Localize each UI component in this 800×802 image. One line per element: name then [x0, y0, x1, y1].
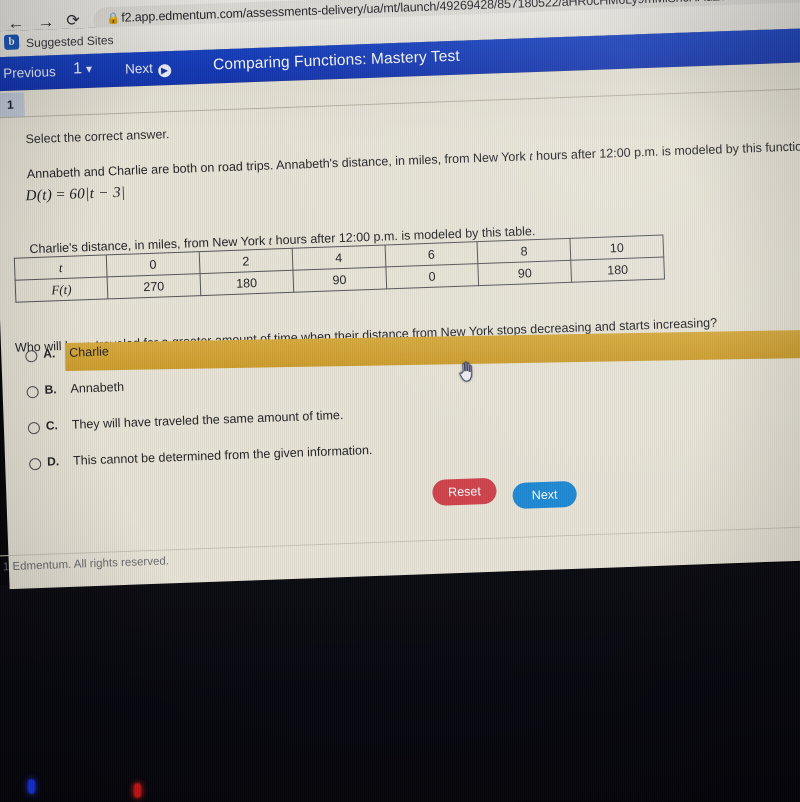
chevron-down-icon: ▾: [85, 61, 93, 77]
question-tab-badge[interactable]: 1: [0, 92, 25, 119]
bing-bookmark-icon[interactable]: b: [3, 34, 20, 50]
screen-content: + ← → ⟳ 🔒 f2.app.edmentum.com/assessment…: [0, 0, 800, 624]
question-selector[interactable]: 1 ▾: [73, 60, 93, 79]
table-cell-ft-0: 270: [106, 273, 201, 299]
choice-a-text: Charlie: [69, 344, 110, 360]
choice-b-text: Annabeth: [70, 379, 125, 396]
radio-button-d[interactable]: [29, 457, 42, 471]
choice-d-letter: D.: [46, 454, 60, 469]
answer-choices: A. Charlie B. Annabeth C. They will have…: [25, 316, 800, 489]
pointing-hand-cursor: [459, 361, 473, 382]
table-cell-ft-4: 90: [478, 260, 572, 286]
choice-a-letter: A.: [43, 346, 56, 361]
question-number-value: 1: [72, 60, 83, 78]
formula-lhs: D(t): [25, 187, 53, 205]
formula-rhs: 60|t − 3|: [69, 184, 126, 203]
table-cell-ft-2: 90: [292, 266, 387, 293]
previous-button[interactable]: ◀Previous: [0, 64, 56, 84]
power-led-red: [134, 783, 141, 798]
choice-b-letter: B.: [44, 382, 57, 397]
table-cell-ft-3: 0: [385, 263, 479, 289]
next-nav-label: Next: [124, 60, 154, 77]
next-button[interactable]: Next: [512, 480, 578, 510]
formula-equals: =: [56, 186, 66, 204]
table-cell-ft-5: 180: [570, 257, 665, 283]
circle-arrow-right-icon: ▶: [157, 64, 172, 78]
table-row-header-ft: F(t): [15, 276, 108, 303]
choice-c-letter: C.: [45, 418, 59, 433]
function-formula: D(t) = 60|t − 3|: [25, 185, 125, 206]
lock-icon: 🔒: [106, 12, 121, 26]
radio-button-b[interactable]: [26, 385, 39, 399]
radio-button-a[interactable]: [25, 349, 38, 363]
table-cell-ft-1: 180: [199, 270, 294, 296]
power-led-blue: [28, 779, 35, 794]
reset-button[interactable]: Reset: [432, 477, 497, 506]
radio-button-c[interactable]: [27, 421, 41, 435]
previous-label: Previous: [2, 64, 56, 82]
monitor-photo: + ← → ⟳ 🔒 f2.app.edmentum.com/assessment…: [0, 0, 800, 802]
next-nav-button[interactable]: Next ▶: [124, 60, 172, 79]
